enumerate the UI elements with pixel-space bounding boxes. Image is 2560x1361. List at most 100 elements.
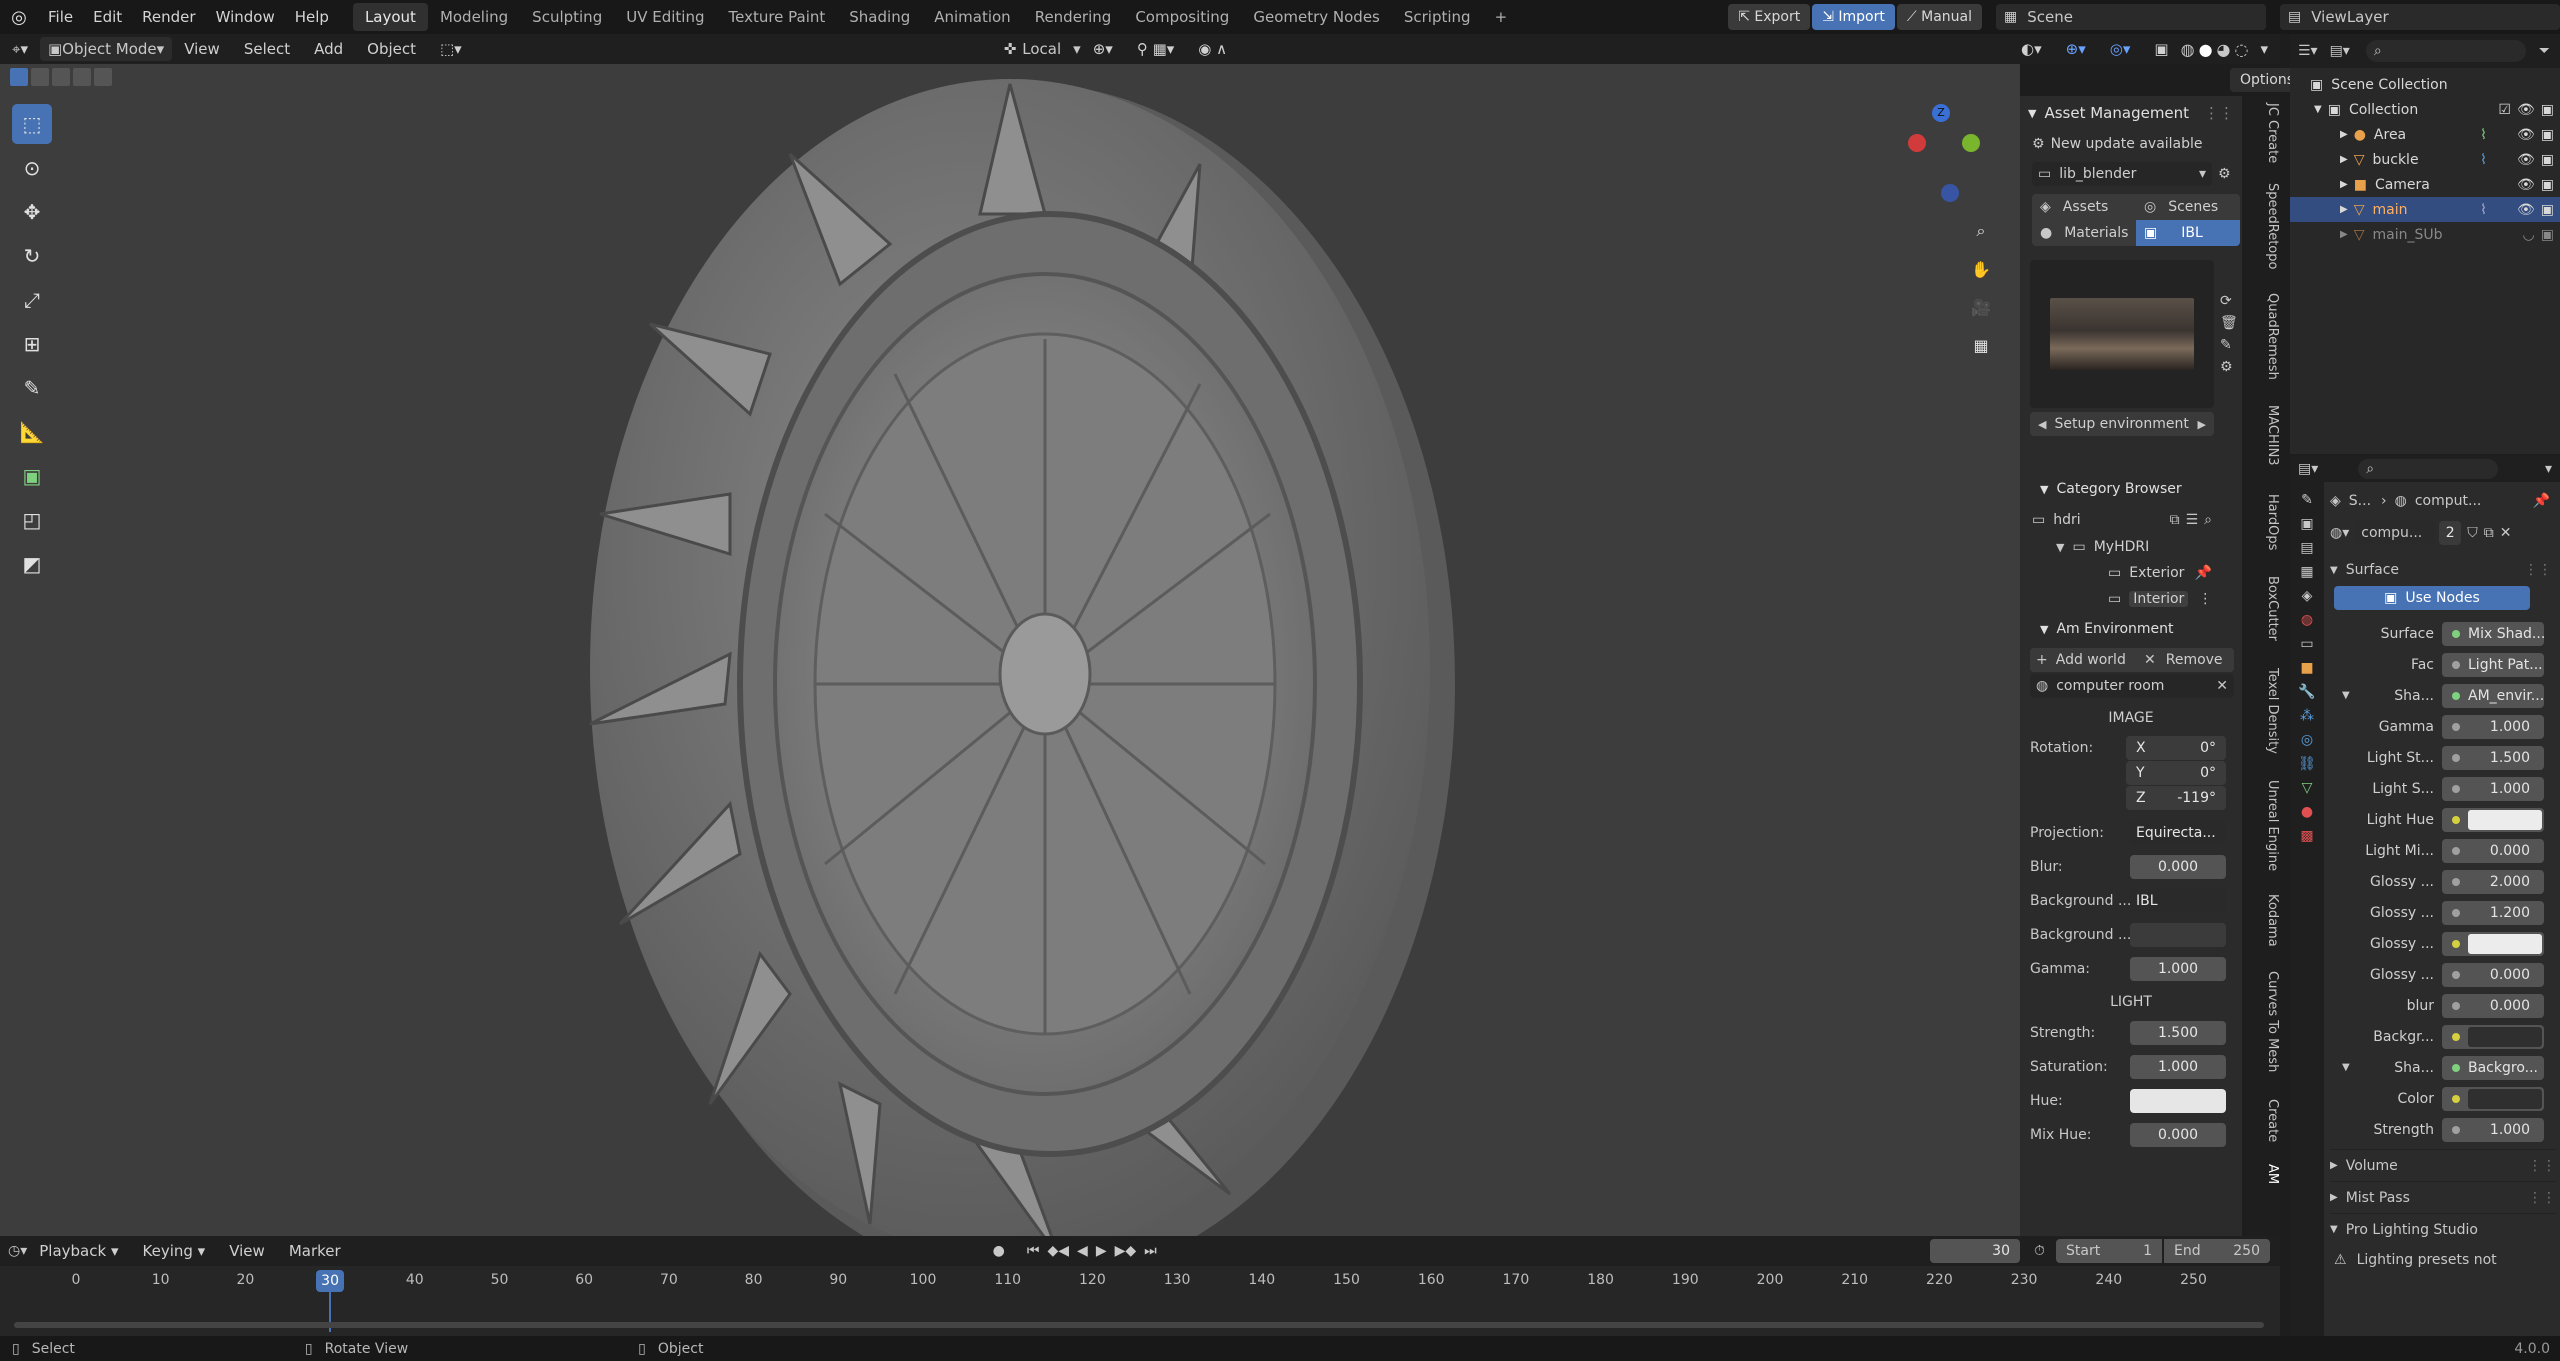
socket-icon[interactable]	[2452, 629, 2460, 638]
object-tab-icon[interactable]: ■	[2300, 660, 2313, 676]
play-reverse-icon[interactable]: ◀	[1077, 1243, 1088, 1259]
tab-texture-paint[interactable]: Texture Paint	[716, 3, 837, 31]
tab-curves-to-mesh[interactable]: Curves To Mesh	[2246, 956, 2280, 1088]
drag-handle-icon[interactable]: ⋮⋮	[2524, 562, 2552, 578]
scale-icon[interactable]: ⤢	[12, 280, 52, 320]
eye-icon[interactable]: 👁	[2517, 177, 2535, 193]
3d-viewport[interactable]: ⬚ ⊙ ✥ ↻ ⤢ ⊞ ✎ 📐 ▣ ◰ ◩ Z ⌕ ✋ 🎥 ▦	[0, 64, 2020, 1236]
hdri-thumbnail[interactable]	[2050, 298, 2194, 370]
eye-icon[interactable]: 👁	[2517, 102, 2535, 118]
viewlayer-selector[interactable]: ▤ ViewLayer	[2280, 4, 2560, 30]
color-swatch[interactable]	[2468, 1026, 2542, 1047]
timeline-editor-icon[interactable]: ◷▾	[8, 1243, 27, 1259]
socket-icon[interactable]	[2452, 722, 2460, 731]
drag-handle-icon[interactable]: ⋮⋮	[2204, 104, 2234, 122]
camera-icon[interactable]: ▣	[2541, 127, 2554, 143]
outliner-item-area[interactable]: ▶ ● Area ⌇ 👁 ▣	[2290, 122, 2560, 147]
zoom-icon[interactable]: ⌕	[1964, 214, 1998, 248]
outliner-scene-collection[interactable]: ▣ Scene Collection	[2290, 72, 2560, 97]
edit-icon[interactable]: ◰	[12, 500, 52, 540]
socket-icon[interactable]	[2452, 1032, 2460, 1041]
socket-icon[interactable]	[2452, 877, 2460, 886]
navigation-gizmo[interactable]: Z	[1900, 104, 1980, 202]
add-world-button[interactable]: + Add world	[2030, 648, 2138, 672]
socket-icon[interactable]	[2452, 784, 2460, 793]
surface-property-field[interactable]: 1.000	[2442, 714, 2544, 739]
boxcutter-icon[interactable]: ◩	[12, 544, 52, 584]
blender-logo-icon[interactable]: ◎	[0, 7, 38, 28]
mix-hue-field[interactable]: 0.000	[2130, 1123, 2226, 1147]
surface-property-field[interactable]: 0.000	[2442, 962, 2544, 987]
menu-help[interactable]: Help	[285, 0, 339, 34]
eye-icon[interactable]: 👁	[2517, 127, 2535, 143]
tab-ibl[interactable]: ▣ IBL	[2136, 220, 2240, 246]
outliner-search-input[interactable]: ⌕	[2365, 40, 2526, 62]
add-cube-icon[interactable]: ▣	[12, 456, 52, 496]
tab-kodama[interactable]: Kodama	[2246, 884, 2280, 956]
menu-render[interactable]: Render	[132, 0, 205, 34]
texture-tab-icon[interactable]: ▩	[2300, 828, 2313, 844]
snap-icon[interactable]: ⚲ ▦▾	[1125, 40, 1186, 58]
use-nodes-button[interactable]: ▣ Use Nodes	[2334, 586, 2530, 610]
particles-tab-icon[interactable]: ⁂	[2300, 708, 2314, 724]
add-workspace-button[interactable]: +	[1483, 3, 1520, 31]
user-count[interactable]: 2	[2439, 521, 2462, 545]
chevron-down-icon[interactable]: ▼	[2342, 690, 2350, 701]
tab-scripting[interactable]: Scripting	[1392, 3, 1483, 31]
tab-am[interactable]: AM	[2246, 1154, 2280, 1194]
filter-icon[interactable]: ⏷	[2539, 43, 2550, 59]
world-datablock-field[interactable]: compu...	[2355, 521, 2436, 545]
setup-environment-bar[interactable]: ◀ Setup environment ▶	[2030, 412, 2214, 436]
tree-exterior[interactable]: ▭ Exterior 📌	[2020, 560, 2242, 586]
gizmo-y-axis[interactable]	[1962, 134, 1980, 152]
surface-property-field[interactable]: AM_envir...	[2442, 683, 2544, 708]
constraints-tab-icon[interactable]: ⛓	[2298, 756, 2316, 772]
current-frame-field[interactable]: 30	[1930, 1239, 2020, 1263]
duplicate-icon[interactable]: ⧉	[2484, 525, 2494, 541]
socket-icon[interactable]	[2452, 939, 2460, 948]
surface-section-header[interactable]: ▼ Surface ⋮⋮	[2330, 554, 2556, 586]
camera-icon[interactable]: ▣	[2541, 202, 2554, 218]
scene-selector[interactable]: ▦ Scene	[1996, 4, 2266, 30]
select-box-icon[interactable]: ⬚	[12, 104, 52, 144]
socket-icon[interactable]	[2452, 1063, 2460, 1072]
saturation-field[interactable]: 1.000	[2130, 1055, 2226, 1079]
close-icon[interactable]: ✕	[2216, 678, 2228, 694]
surface-property-field[interactable]: Light Pat...	[2442, 652, 2544, 677]
timeline-scrollbar[interactable]	[14, 1322, 2264, 1328]
tab-jc-create[interactable]: JC Create	[2246, 96, 2280, 170]
annotate-icon[interactable]: ✎	[12, 368, 52, 408]
copy-icon[interactable]: ⧉	[2170, 512, 2180, 528]
measure-icon[interactable]: 📐	[12, 412, 52, 452]
select-invert-icon[interactable]	[73, 68, 91, 86]
prev-arrow-icon[interactable]: ◀	[2038, 418, 2046, 431]
pan-icon[interactable]: ✋	[1964, 252, 1998, 286]
tab-compositing[interactable]: Compositing	[1123, 3, 1241, 31]
surface-property-field[interactable]: 1.200	[2442, 900, 2544, 925]
pencil-icon[interactable]: ✎	[2220, 337, 2238, 353]
tree-myhdri[interactable]: ▼ ▭ MyHDRI	[2020, 534, 2242, 560]
list-icon[interactable]: ☰	[2186, 512, 2199, 528]
socket-icon[interactable]	[2452, 1125, 2460, 1134]
menu-add[interactable]: Add	[302, 40, 355, 58]
socket-icon[interactable]	[2452, 970, 2460, 979]
hue-color-swatch[interactable]	[2130, 1089, 2226, 1113]
tab-machin3[interactable]: MACHIN3	[2246, 390, 2280, 480]
rotation-y-field[interactable]: Y 0°	[2126, 761, 2226, 785]
asset-management-header[interactable]: ▼ Asset Management ⋮⋮	[2020, 96, 2242, 130]
background-2-field[interactable]	[2130, 923, 2226, 947]
background-dropdown[interactable]: IBL	[2130, 889, 2226, 913]
play-icon[interactable]: ▶	[1096, 1243, 1107, 1259]
surface-property-field[interactable]: Mix Shad...	[2442, 621, 2544, 646]
surface-property-field[interactable]: 2.000	[2442, 869, 2544, 894]
shading-modes[interactable]: ◍ ● ◕ ◌	[2181, 40, 2249, 59]
rendered-shading-icon[interactable]: ◌	[2235, 40, 2249, 59]
material-tab-icon[interactable]: ●	[2301, 804, 2313, 820]
tab-animation[interactable]: Animation	[922, 3, 1022, 31]
record-icon[interactable]: ●	[993, 1243, 1005, 1259]
select-mode-buttons[interactable]	[10, 68, 112, 86]
material-shading-icon[interactable]: ◕	[2217, 40, 2231, 59]
library-settings-icon[interactable]: ⚙	[2218, 166, 2231, 182]
shape-key-icon[interactable]: ⬚▾	[428, 40, 474, 58]
update-notice[interactable]: ⚙ New update available	[2020, 130, 2242, 158]
